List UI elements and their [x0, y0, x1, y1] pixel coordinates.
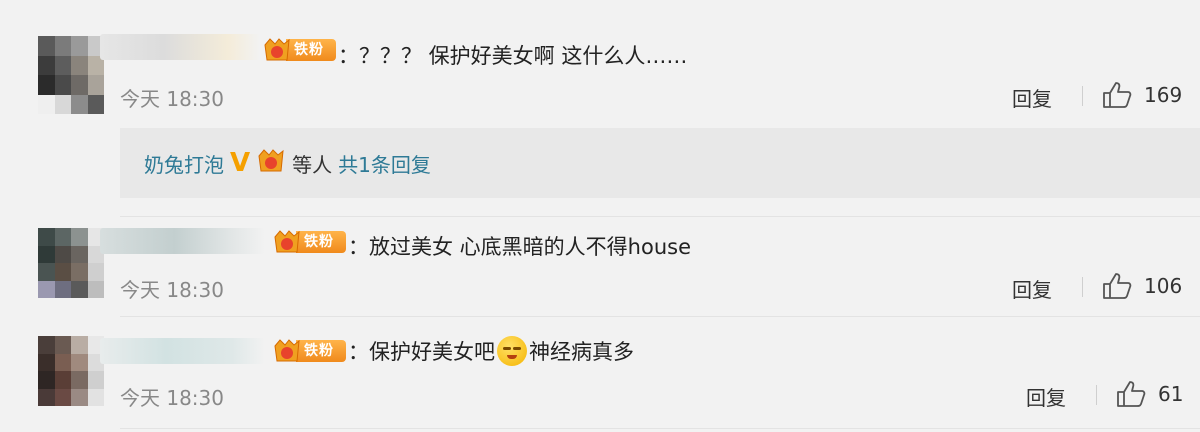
fan-badge-label: 铁粉: [286, 39, 336, 61]
fan-badge-label: 铁粉: [296, 231, 346, 253]
view-replies-link[interactable]: 共1条回复: [338, 149, 431, 178]
divider: [120, 428, 1200, 429]
crown-icon: [272, 228, 302, 256]
like-button[interactable]: 61: [1116, 380, 1183, 408]
like-count: 61: [1158, 382, 1184, 406]
comment-text-part: ：保护好美女吧: [348, 340, 495, 364]
like-button[interactable]: 106: [1102, 272, 1182, 300]
thumbs-up-icon: [1102, 81, 1132, 109]
username-blurred[interactable]: [100, 34, 260, 60]
comment-time: 今天 18:30: [120, 386, 224, 410]
divider: [1096, 385, 1097, 405]
crown-icon: [262, 36, 292, 64]
crown-icon: [272, 337, 302, 365]
sub-reply-user[interactable]: 奶兔打泡: [144, 149, 224, 178]
reply-button[interactable]: 回复: [1012, 83, 1052, 112]
divider: [120, 316, 1200, 317]
thumbs-up-icon: [1116, 380, 1146, 408]
comment-text-part: 神经病真多: [529, 340, 634, 364]
username-blurred[interactable]: [100, 338, 265, 364]
sleepy-face-icon: [497, 336, 527, 366]
avatar[interactable]: [38, 228, 104, 298]
fan-badge: 铁粉: [272, 228, 346, 256]
fan-badge: 铁粉: [272, 337, 346, 365]
comment-text: ：保护好美女吧 神经病真多: [348, 336, 634, 366]
divider: [1082, 277, 1083, 297]
like-count: 106: [1144, 274, 1183, 298]
fan-badge: 铁粉: [262, 36, 336, 64]
sub-reply-suffix: 等人: [292, 152, 333, 177]
reply-button[interactable]: 回复: [1012, 274, 1052, 303]
avatar[interactable]: [38, 36, 104, 114]
username-blurred[interactable]: [100, 228, 265, 254]
comment-text: ：？？？ 保护好美女啊 这什么人……: [338, 44, 688, 68]
comment-time: 今天 18:30: [120, 87, 224, 111]
crown-icon: [256, 147, 286, 180]
fan-badge-label: 铁粉: [296, 340, 346, 362]
like-count: 169: [1144, 83, 1183, 107]
vip-icon: V: [230, 148, 251, 178]
divider: [120, 216, 1200, 217]
comment-time: 今天 18:30: [120, 278, 224, 302]
avatar[interactable]: [38, 336, 104, 406]
thumbs-up-icon: [1102, 272, 1132, 300]
reply-button[interactable]: 回复: [1026, 382, 1066, 411]
like-button[interactable]: 169: [1102, 81, 1182, 109]
divider: [1082, 86, 1083, 106]
sub-reply-box[interactable]: 奶兔打泡 V 等人 共1条回复: [120, 128, 1200, 198]
comment-text: ：放过美女 心底黑暗的人不得house: [348, 235, 692, 259]
